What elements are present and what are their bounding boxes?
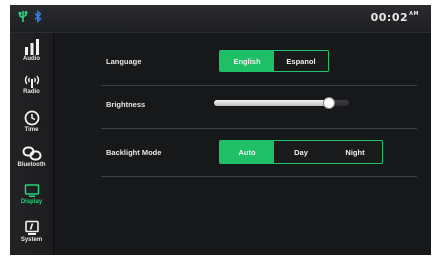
brightness-row: Brightness xyxy=(54,85,431,123)
sidebar-item-label: Bluetooth xyxy=(17,162,46,168)
sidebar-item-audio[interactable]: Audio xyxy=(10,35,53,71)
head-unit-screen: 00:02AM Audio Radio Time Bluetooth Displ… xyxy=(10,5,431,255)
sidebar-item-bluetooth[interactable]: Bluetooth xyxy=(10,143,53,179)
backlight-option-day[interactable]: Day xyxy=(274,141,328,163)
backlight-option-auto[interactable]: Auto xyxy=(220,141,274,163)
sidebar-item-label: Radio xyxy=(23,89,40,95)
language-option-espanol[interactable]: Espanol xyxy=(274,51,328,71)
clock: 00:02AM xyxy=(371,11,419,24)
audio-bars-icon xyxy=(24,39,39,55)
clock-icon xyxy=(24,110,39,126)
language-selector: English Espanol xyxy=(219,50,329,72)
backlight-selector: Auto Day Night xyxy=(219,140,383,164)
brightness-label: Brightness xyxy=(106,100,146,109)
sidebar-item-radio[interactable]: Radio xyxy=(10,71,53,107)
sidebar-item-display[interactable]: Display xyxy=(10,181,53,217)
settings-sidebar: Audio Radio Time Bluetooth Display Syste… xyxy=(10,33,54,255)
clock-ampm: AM xyxy=(409,11,419,17)
status-icons xyxy=(18,10,42,23)
divider xyxy=(101,128,417,129)
status-bar: 00:02AM xyxy=(10,5,431,33)
sidebar-item-label: Time xyxy=(24,127,39,133)
divider xyxy=(101,176,417,177)
system-icon xyxy=(24,220,39,235)
clock-time: 00:02 xyxy=(370,11,409,24)
sidebar-item-time[interactable]: Time xyxy=(10,107,53,143)
brightness-slider-fill xyxy=(214,100,329,106)
backlight-option-night[interactable]: Night xyxy=(328,141,382,163)
sidebar-item-label: Audio xyxy=(23,56,40,62)
brightness-slider-thumb[interactable] xyxy=(323,98,334,108)
display-settings-panel: Language English Espanol Brightness Back… xyxy=(54,33,431,255)
language-option-english[interactable]: English xyxy=(220,51,274,71)
sidebar-item-label: Display xyxy=(20,199,43,205)
language-row: Language English Espanol xyxy=(54,42,431,80)
sidebar-item-system[interactable]: System xyxy=(10,217,53,253)
sidebar-item-label: System xyxy=(20,237,43,243)
bluetooth-link-icon xyxy=(22,146,41,161)
brightness-slider[interactable] xyxy=(214,98,349,108)
backlight-row: Backlight Mode Auto Day Night xyxy=(54,133,431,171)
backlight-label: Backlight Mode xyxy=(106,148,162,157)
bluetooth-icon xyxy=(34,10,42,23)
radio-antenna-icon xyxy=(24,75,39,88)
usb-icon xyxy=(18,10,28,23)
display-icon xyxy=(24,184,39,197)
language-label: Language xyxy=(106,57,142,66)
